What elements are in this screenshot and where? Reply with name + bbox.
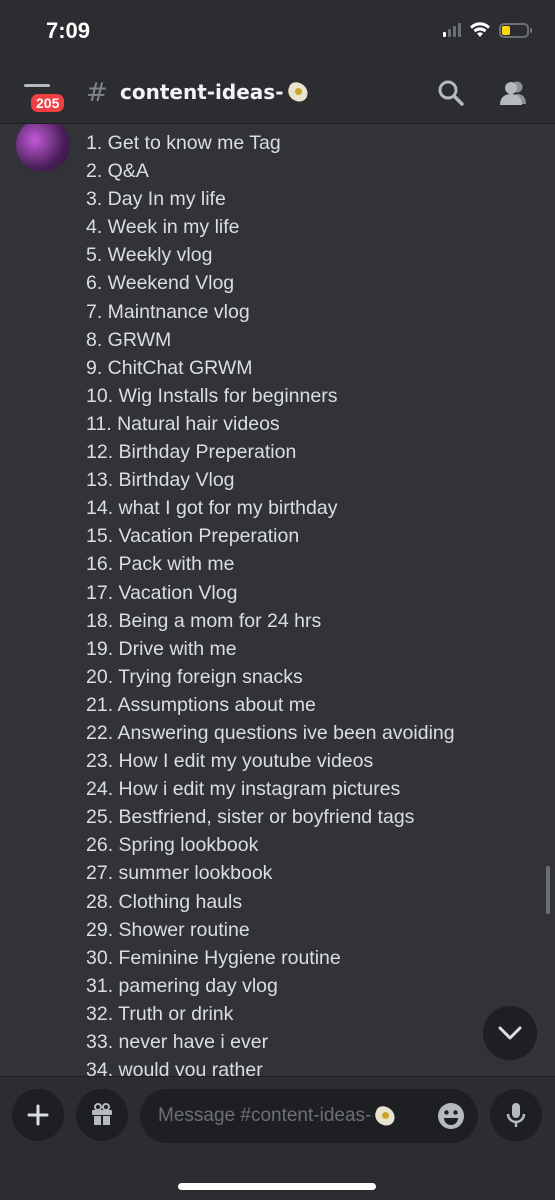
scrollbar[interactable] <box>546 866 550 914</box>
flower-emoji-icon <box>372 1104 398 1128</box>
list-item: 11. Natural hair videos <box>86 412 280 435</box>
channel-name-text: content-ideas- <box>120 80 284 104</box>
user-avatar[interactable] <box>16 124 70 172</box>
list-item: 12. Birthday Preperation <box>86 441 297 464</box>
list-item: 24. How i edit my instagram pictures <box>86 778 401 801</box>
list-item: 2. Q&A <box>86 160 149 183</box>
menu-icon[interactable] <box>24 84 50 87</box>
list-item: 25. Bestfriend, sister or boyfriend tags <box>86 806 415 829</box>
cellular-signal-icon <box>443 23 461 37</box>
list-item: 20. Trying foreign snacks <box>86 665 303 688</box>
list-item: 16. Pack with me <box>86 553 235 576</box>
list-item: 4. Week in my life <box>86 216 240 239</box>
status-icons <box>443 22 532 38</box>
list-item: 14. what I got for my birthday <box>86 497 338 520</box>
microphone-icon <box>506 1103 526 1127</box>
flower-emoji-icon <box>285 80 311 104</box>
members-icon[interactable] <box>498 78 528 108</box>
status-time: 7:09 <box>46 18 91 43</box>
list-item: 27. summer lookbook <box>86 862 273 885</box>
voice-message-button[interactable] <box>490 1089 542 1141</box>
gift-button[interactable] <box>76 1089 128 1141</box>
channel-hash-icon: # <box>86 78 108 108</box>
message-input[interactable]: Message #content-ideas- <box>140 1089 478 1143</box>
search-icon[interactable] <box>436 78 466 108</box>
message-placeholder: Message #content-ideas- <box>158 1104 398 1128</box>
chevron-down-icon <box>498 1026 522 1040</box>
wifi-icon <box>470 22 490 37</box>
list-item: 9. ChitChat GRWM <box>86 356 253 379</box>
jump-to-present-button[interactable] <box>483 1006 537 1060</box>
battery-icon <box>499 22 532 38</box>
list-item: 22. Answering questions ive been avoidin… <box>86 721 455 744</box>
list-item: 28. Clothing hauls <box>86 890 243 913</box>
list-item: 6. Weekend Vlog <box>86 272 235 295</box>
emoji-picker-icon[interactable] <box>436 1101 466 1131</box>
list-item: 21. Assumptions about me <box>86 693 316 716</box>
unread-badge[interactable]: 205 <box>28 91 68 115</box>
top-bar: 7:09 205 # content-ideas- <box>0 0 555 124</box>
gift-icon <box>92 1103 112 1125</box>
list-item: 34. would you rather <box>86 1059 263 1076</box>
list-item: 30. Feminine Hygiene routine <box>86 946 341 969</box>
list-item: 33. never have i ever <box>86 1031 269 1053</box>
placeholder-text: Message #content-ideas- <box>158 1105 372 1126</box>
add-attachment-button[interactable] <box>12 1089 64 1141</box>
list-item: 31. pamering day vlog <box>86 974 278 997</box>
list-item: 18. Being a mom for 24 hrs <box>86 609 322 632</box>
list-item: 19. Drive with me <box>86 637 237 660</box>
list-item: 7. Maintnance vlog <box>86 300 250 323</box>
list-item: 26. Spring lookbook <box>86 834 259 857</box>
home-indicator[interactable] <box>178 1183 376 1190</box>
channel-title[interactable]: content-ideas- <box>120 80 311 104</box>
plus-icon <box>27 1104 49 1126</box>
list-item: 17. Vacation Vlog <box>86 581 238 604</box>
list-item: 3. Day In my life <box>86 188 226 211</box>
list-item: 32. Truth or drink <box>86 1002 234 1025</box>
list-item: 29. Shower routine <box>86 918 250 941</box>
content-ideas-list: 1. Get to know me Tag 2. Q&A 3. Day In m… <box>86 129 455 1076</box>
list-item: 5. Weekly vlog <box>86 244 213 267</box>
list-item: 10. Wig Installs for beginners <box>86 384 338 407</box>
list-item: 13. Birthday Vlog <box>86 469 235 492</box>
list-item: 1. Get to know me Tag <box>86 132 281 154</box>
message-composer: Message #content-ideas- <box>0 1076 555 1200</box>
list-item: 15. Vacation Preperation <box>86 525 300 548</box>
list-item: 8. GRWM <box>86 328 172 351</box>
list-item: 23. How I edit my youtube videos <box>86 750 374 773</box>
message-list[interactable]: 1. Get to know me Tag 2. Q&A 3. Day In m… <box>0 124 555 1076</box>
